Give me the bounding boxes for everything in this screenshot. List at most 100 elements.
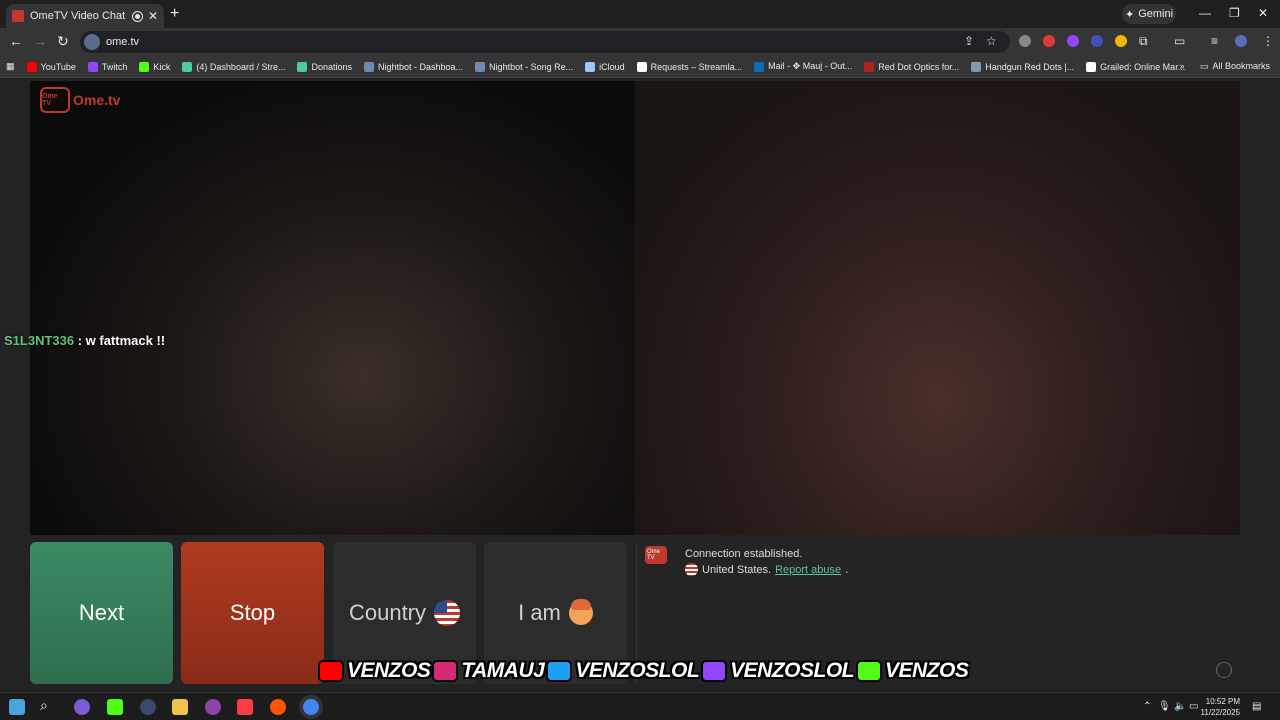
- us-flag-icon: [685, 563, 698, 576]
- bookmark-youtube[interactable]: YouTube: [21, 61, 82, 72]
- apple-music-icon[interactable]: [237, 699, 253, 715]
- bookmark-mail[interactable]: Mail - ✥ Mauj - Out...: [748, 61, 858, 72]
- forward-button[interactable]: →: [33, 33, 47, 49]
- media-controls-icon[interactable]: ≡: [1211, 34, 1218, 48]
- extensions-puzzle-icon[interactable]: ⧉: [1139, 34, 1148, 49]
- stop-label: Stop: [229, 600, 276, 625]
- close-window-button[interactable]: ✕: [1258, 6, 1268, 20]
- ometv-logo-text: Ome.tv: [73, 92, 121, 108]
- file-explorer-icon[interactable]: [172, 699, 188, 715]
- site-icon: [971, 61, 982, 72]
- address-bar[interactable]: ome.tv: [80, 31, 1010, 53]
- banner-handle: VENZOS: [347, 659, 431, 682]
- chrome-icon[interactable]: [303, 699, 319, 715]
- grailed-icon: [1086, 61, 1097, 72]
- extension-red-icon[interactable]: [1043, 35, 1055, 47]
- site-icon: [864, 61, 875, 72]
- bookmark-kick[interactable]: Kick: [133, 61, 176, 72]
- stream-social-banner: VENZOS TAMAUJ VENZOSLOL VENZOSLOL VENZOS: [318, 656, 969, 686]
- bookmark-nightbot-song[interactable]: Nightbot - Song Re...: [469, 61, 579, 72]
- copilot-icon[interactable]: [74, 699, 90, 715]
- chevron-right-icon: »: [1179, 61, 1185, 71]
- taskbar-clock[interactable]: 10:52 PM 11/22/2025: [1201, 696, 1240, 718]
- bookmark-donations[interactable]: Donations: [291, 61, 358, 72]
- emoji-picker-icon[interactable]: [1216, 662, 1232, 678]
- volume-icon[interactable]: 🔈: [1174, 701, 1186, 712]
- streamlabs-icon: [297, 61, 308, 72]
- bookmark-label: Handgun Red Dots |...: [985, 61, 1075, 72]
- bookmark-red-dot[interactable]: Red Dot Optics for...: [858, 61, 965, 72]
- stop-button[interactable]: Stop: [181, 542, 324, 684]
- twitch-icon: [701, 660, 728, 682]
- tab-title: OmeTV Video Chat — Ome: [30, 10, 127, 22]
- cloud-icon: [585, 61, 596, 72]
- bookmark-icloud[interactable]: iCloud: [579, 61, 631, 72]
- all-bookmarks-label: All Bookmarks: [1212, 61, 1270, 71]
- close-tab-icon[interactable]: ✕: [148, 9, 158, 23]
- apps-grid-icon[interactable]: ▦: [0, 61, 21, 72]
- clock-time: 10:52 PM: [1205, 697, 1240, 706]
- bookmark-dashboard[interactable]: (4) Dashboard / Stre...: [176, 61, 291, 72]
- notifications-icon[interactable]: ▤: [1252, 701, 1261, 712]
- partner-video: Ome TV Ome.tv: [30, 81, 635, 535]
- 4k-downloader-icon[interactable]: [140, 699, 156, 715]
- profile-avatar[interactable]: [1235, 35, 1247, 47]
- kick-icon: [856, 660, 882, 682]
- banner-handle: VENZOSLOL: [575, 659, 700, 682]
- windows-taskbar: ⌕ ⌃ 🎙 🔈 ▭ 10:52 PM 11/22/2025 ▤: [0, 692, 1280, 720]
- side-panel-icon[interactable]: ▭: [1174, 34, 1185, 48]
- twitch-icon: [87, 61, 98, 72]
- next-label: Next: [78, 600, 125, 625]
- folder-icon: ▭: [1199, 61, 1209, 71]
- bookmark-nightbot-dashboard[interactable]: Nightbot - Dashboa...: [358, 61, 469, 72]
- all-bookmarks-button[interactable]: » ▭ All Bookmarks: [1179, 61, 1270, 72]
- tab-ometv[interactable]: OmeTV Video Chat — Ome ✕: [6, 4, 164, 28]
- recording-indicator-icon: [132, 11, 142, 21]
- install-app-icon[interactable]: ⇪: [964, 34, 974, 48]
- extension-yellow-icon[interactable]: [1115, 35, 1127, 47]
- ometv-logo: Ome TV Ome.tv: [40, 87, 120, 113]
- reload-button[interactable]: ↻: [57, 33, 69, 50]
- bookmark-label: Grailed: Online Mar...: [1100, 61, 1186, 72]
- bookmark-requests[interactable]: Requests – Streamla...: [631, 61, 749, 72]
- report-suffix: .: [845, 563, 849, 576]
- network-icon[interactable]: ▭: [1189, 701, 1198, 712]
- restore-button[interactable]: ❐: [1229, 6, 1240, 20]
- banner-handle: TAMAUJ: [461, 659, 545, 682]
- next-button[interactable]: Next: [30, 542, 173, 684]
- gemini-button[interactable]: ✦ Gemini: [1122, 4, 1176, 24]
- app-ring-icon[interactable]: [205, 699, 221, 715]
- microphone-icon[interactable]: 🎙: [1158, 701, 1171, 712]
- site-info-icon[interactable]: [84, 34, 100, 50]
- bookmark-handgun[interactable]: Handgun Red Dots |...: [965, 61, 1080, 72]
- clock-date: 11/22/2025: [1200, 708, 1240, 717]
- extension-blue-icon[interactable]: [1091, 35, 1103, 47]
- tray-chevron-up-icon[interactable]: ⌃: [1143, 701, 1151, 712]
- report-abuse-link[interactable]: Report abuse: [775, 564, 841, 576]
- bookmark-grailed[interactable]: Grailed: Online Mar...: [1080, 61, 1191, 72]
- sparkle-icon: ✦: [1124, 8, 1135, 21]
- twitter-icon: [546, 660, 573, 682]
- bookmark-label: YouTube: [40, 61, 76, 72]
- back-button[interactable]: ←: [9, 33, 23, 49]
- bookmark-label: Kick: [153, 61, 171, 72]
- extension-twitch-icon[interactable]: [1067, 35, 1079, 47]
- windows-start-icon[interactable]: [9, 699, 25, 715]
- kick-app-icon[interactable]: [107, 699, 123, 715]
- youtube-icon: [318, 660, 344, 682]
- new-tab-button[interactable]: +: [170, 5, 179, 23]
- nightbot-icon: [475, 61, 486, 72]
- minimize-button[interactable]: —: [1199, 6, 1211, 20]
- extension-gamepad-icon[interactable]: [1019, 35, 1031, 47]
- soundcloud-icon[interactable]: [270, 699, 286, 715]
- bookmark-twitch[interactable]: Twitch: [82, 61, 134, 72]
- partner-location: United States. Report abuse.: [685, 563, 848, 576]
- us-flag-icon: [434, 600, 461, 626]
- connection-status: Connection established.: [685, 548, 803, 560]
- search-icon[interactable]: ⌕: [40, 697, 56, 713]
- gemini-label: Gemini: [1138, 8, 1174, 20]
- bookmark-star-icon[interactable]: ☆: [986, 34, 997, 48]
- menu-kebab-icon[interactable]: ⋮: [1262, 34, 1274, 48]
- url-text: ome.tv: [106, 36, 140, 48]
- kick-icon: [139, 61, 150, 72]
